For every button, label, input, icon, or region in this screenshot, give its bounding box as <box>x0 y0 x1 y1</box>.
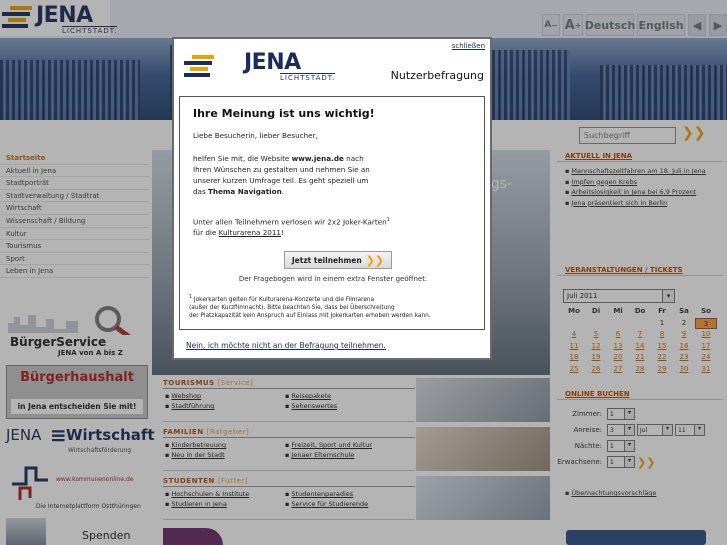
close-link[interactable]: schließen <box>452 42 485 50</box>
survey-content: Ihre Meinung ist uns wichtig! Liebe Besu… <box>179 96 485 330</box>
survey-paragraph-2: Unter allen Teilnehmern verlosen wir 2x2… <box>193 217 390 238</box>
survey-window-note: Der Fragebogen wird in einem extra Fenst… <box>238 275 428 283</box>
survey-paragraph-1: helfen Sie mit, die Website www.jena.de … <box>193 154 370 196</box>
survey-greeting: Liebe Besucherin, lieber Besucher, <box>193 131 318 140</box>
join-survey-button[interactable]: Jetzt teilnehmen ❯❯ <box>284 251 392 269</box>
popup-logo-wordmark: JENA <box>244 50 301 75</box>
survey-title: Ihre Meinung ist uns wichtig! <box>193 107 375 120</box>
popup-logo: JENA LICHTSTADT. <box>182 49 342 87</box>
survey-dialog: schließen JENA LICHTSTADT. Nutzerbefragu… <box>172 37 492 360</box>
double-chevron-right-icon: ❯❯ <box>365 253 385 267</box>
popup-heading: Nutzerbefragung <box>390 69 484 82</box>
decline-survey-link[interactable]: Nein, ich möchte nicht an der Befragung … <box>186 341 386 350</box>
popup-logo-subtitle: LICHTSTADT. <box>280 73 336 82</box>
logo-bars-icon <box>184 55 214 77</box>
kulturarena-link[interactable]: Kulturarena 2011 <box>219 228 281 237</box>
survey-footnote: 1 Jokerkarten gelten für Kulturarena-Kon… <box>189 295 431 319</box>
